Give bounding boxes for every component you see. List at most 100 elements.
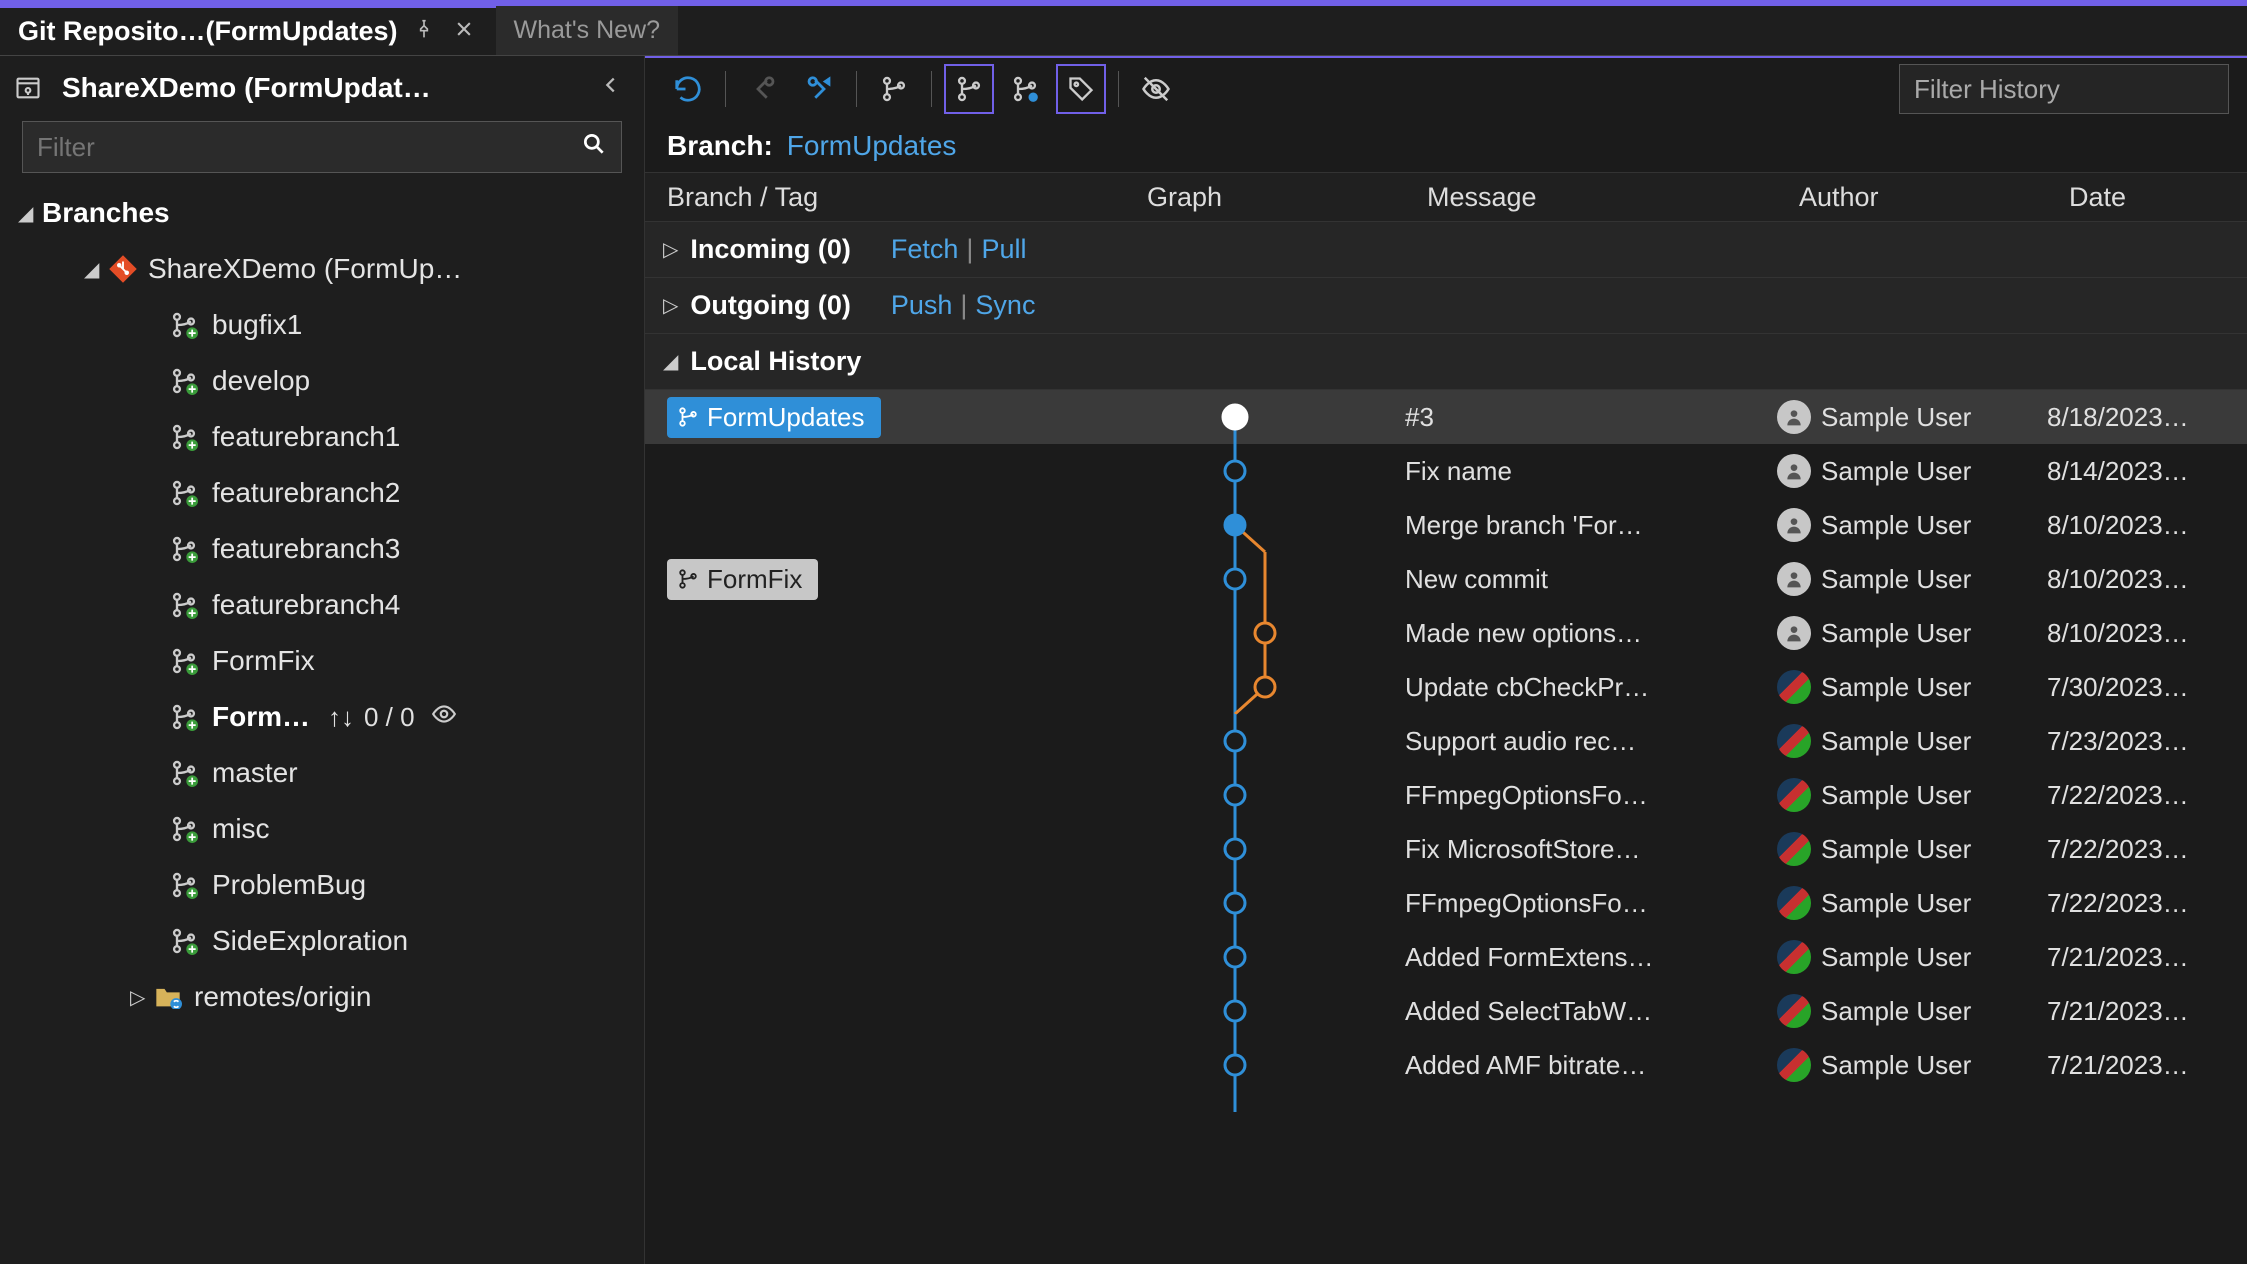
close-icon[interactable]: [450, 15, 478, 49]
toggle-remote-branches-button[interactable]: [1000, 64, 1050, 114]
commit-row[interactable]: FormFixNew commitSample User8/10/2023…: [645, 552, 2247, 606]
repo-node[interactable]: ◢ ShareXDemo (FormUp…: [0, 241, 644, 297]
branch-label: featurebranch2: [212, 477, 400, 509]
branches-header[interactable]: ◢ Branches: [0, 185, 644, 241]
branch-item-master[interactable]: master: [0, 745, 644, 801]
avatar: [1777, 454, 1811, 488]
pull-link[interactable]: Pull: [981, 234, 1026, 265]
commit-row[interactable]: Merge branch 'For…Sample User8/10/2023…: [645, 498, 2247, 552]
col-graph[interactable]: Graph: [1125, 182, 1405, 213]
branch-item-form[interactable]: Form…↑↓0 / 0: [0, 689, 644, 745]
commit-author: Sample User: [1821, 1050, 1971, 1081]
branch-icon: [170, 479, 198, 507]
nav-forward-button[interactable]: [794, 64, 844, 114]
branch-item-featurebranch4[interactable]: featurebranch4: [0, 577, 644, 633]
branch-value[interactable]: FormUpdates: [787, 130, 957, 162]
commit-message: Added FormExtens…: [1405, 942, 1777, 973]
commit-graph-cell: [1125, 984, 1405, 1038]
branch-label: misc: [212, 813, 270, 845]
commit-row[interactable]: FFmpegOptionsFo…Sample User7/22/2023…: [645, 768, 2247, 822]
branch-picker-button[interactable]: [869, 64, 919, 114]
filter-box[interactable]: [22, 121, 622, 173]
commit-date: 8/18/2023…: [2047, 402, 2247, 433]
outgoing-section[interactable]: ▷ Outgoing (0) Push | Sync: [645, 278, 2247, 334]
commit-row[interactable]: FFmpegOptionsFo…Sample User7/22/2023…: [645, 876, 2247, 930]
commit-author-cell: Sample User: [1777, 994, 2047, 1028]
tab-git-repository[interactable]: Git Reposito…(FormUpdates): [0, 6, 496, 55]
commit-author-cell: Sample User: [1777, 886, 2047, 920]
branch-item-bugfix1[interactable]: bugfix1: [0, 297, 644, 353]
commit-row[interactable]: Made new options…Sample User8/10/2023…: [645, 606, 2247, 660]
branch-icon: [170, 367, 198, 395]
branch-item-formfix[interactable]: FormFix: [0, 633, 644, 689]
commit-row[interactable]: FormUpdates#3Sample User8/18/2023…: [645, 390, 2247, 444]
commit-row[interactable]: Update cbCheckPr…Sample User7/30/2023…: [645, 660, 2247, 714]
commit-row[interactable]: Fix MicrosoftStore…Sample User7/22/2023…: [645, 822, 2247, 876]
sidebar-title: ShareXDemo (FormUpdat…: [62, 72, 582, 104]
branch-item-misc[interactable]: misc: [0, 801, 644, 857]
incoming-section[interactable]: ▷ Incoming (0) Fetch | Pull: [645, 222, 2247, 278]
col-message[interactable]: Message: [1405, 182, 1777, 213]
search-icon[interactable]: [581, 131, 607, 164]
commit-date: 7/22/2023…: [2047, 834, 2247, 865]
eye-icon[interactable]: [431, 701, 457, 734]
push-link[interactable]: Push: [891, 290, 953, 321]
nav-back-button[interactable]: [738, 64, 788, 114]
collapse-icon[interactable]: [592, 68, 630, 107]
filter-input[interactable]: [37, 132, 581, 163]
commit-date: 7/30/2023…: [2047, 672, 2247, 703]
commit-graph-cell: [1125, 498, 1405, 552]
commit-author: Sample User: [1821, 780, 1971, 811]
toggle-hidden-button[interactable]: [1131, 64, 1181, 114]
branch-item-develop[interactable]: develop: [0, 353, 644, 409]
commit-graph-cell: [1125, 714, 1405, 768]
branch-item-featurebranch2[interactable]: featurebranch2: [0, 465, 644, 521]
branch-item-featurebranch3[interactable]: featurebranch3: [0, 521, 644, 577]
toggle-tags-button[interactable]: [1056, 64, 1106, 114]
commit-message: Merge branch 'For…: [1405, 510, 1777, 541]
commit-row[interactable]: Added FormExtens…Sample User7/21/2023…: [645, 930, 2247, 984]
commit-row[interactable]: Support audio rec…Sample User7/23/2023…: [645, 714, 2247, 768]
branch-item-featurebranch1[interactable]: featurebranch1: [0, 409, 644, 465]
refresh-button[interactable]: [663, 64, 713, 114]
commit-message: #3: [1405, 402, 1777, 433]
branch-tag-chip[interactable]: FormUpdates: [667, 397, 881, 438]
col-author[interactable]: Author: [1777, 182, 2047, 213]
remotes-node[interactable]: ▷ remotes/origin: [0, 969, 644, 1025]
commit-author-cell: Sample User: [1777, 1048, 2047, 1082]
avatar: [1777, 940, 1811, 974]
col-branch-tag[interactable]: Branch / Tag: [645, 182, 1125, 213]
branch-tag-chip[interactable]: FormFix: [667, 559, 818, 600]
sidebar: ShareXDemo (FormUpdat… ◢ Branches ◢ Shar…: [0, 56, 645, 1264]
chevron-right-icon: ▷: [130, 985, 154, 1010]
commit-row[interactable]: Added SelectTabW…Sample User7/21/2023…: [645, 984, 2247, 1038]
branch-label: develop: [212, 365, 310, 397]
fetch-link[interactable]: Fetch: [891, 234, 959, 265]
branch-item-problembug[interactable]: ProblemBug: [0, 857, 644, 913]
commit-row[interactable]: Added AMF bitrate…Sample User7/21/2023…: [645, 1038, 2247, 1092]
commit-date: 7/22/2023…: [2047, 888, 2247, 919]
branch-icon: [170, 423, 198, 451]
sync-link[interactable]: Sync: [975, 290, 1035, 321]
commit-message: Fix MicrosoftStore…: [1405, 834, 1777, 865]
local-history-section[interactable]: ◢ Local History: [645, 334, 2247, 390]
commit-date: 8/14/2023…: [2047, 456, 2247, 487]
commit-branch-cell: FormFix: [645, 559, 1125, 600]
branch-bar: Branch: FormUpdates: [645, 120, 2247, 172]
toggle-local-branches-button[interactable]: [944, 64, 994, 114]
commit-message: Update cbCheckPr…: [1405, 672, 1777, 703]
filter-history-input[interactable]: Filter History: [1899, 64, 2229, 114]
commit-author-cell: Sample User: [1777, 778, 2047, 812]
avatar: [1777, 562, 1811, 596]
col-date[interactable]: Date: [2047, 182, 2247, 213]
commit-author-cell: Sample User: [1777, 670, 2047, 704]
content-pane: Filter History Branch: FormUpdates Branc…: [645, 56, 2247, 1264]
commit-date: 8/10/2023…: [2047, 618, 2247, 649]
tab-whats-new[interactable]: What's New?: [496, 6, 678, 55]
branch-item-sideexploration[interactable]: SideExploration: [0, 913, 644, 969]
commit-author: Sample User: [1821, 456, 1971, 487]
pin-icon[interactable]: [410, 15, 438, 49]
commit-row[interactable]: Fix nameSample User8/14/2023…: [645, 444, 2247, 498]
separator: [931, 71, 932, 107]
commit-message: FFmpegOptionsFo…: [1405, 780, 1777, 811]
